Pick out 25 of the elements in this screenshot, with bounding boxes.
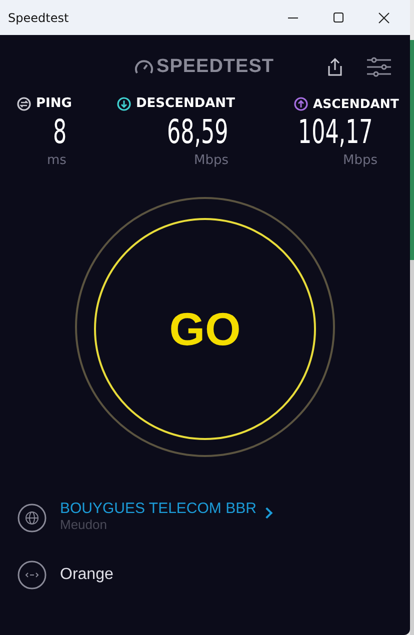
logo-text: SPEEDTEST [156, 56, 274, 78]
metric-unit: Mbps [343, 153, 378, 168]
close-icon[interactable] [378, 12, 390, 24]
maximize-icon[interactable] [333, 12, 344, 23]
server-link[interactable]: BOUYGUES TELECOM BBR [60, 500, 271, 517]
metric-value: 104,17 [298, 111, 374, 153]
metric-value: 8 [53, 111, 68, 153]
window-title: Speedtest [8, 10, 69, 24]
share-icon[interactable] [326, 57, 344, 77]
server-location: Meudon [60, 517, 108, 532]
globe-icon [17, 503, 47, 533]
gauge-icon [134, 59, 154, 75]
connection-icon [17, 560, 47, 590]
metric-label: PING [36, 96, 72, 111]
metric-icon [294, 96, 308, 110]
metric-icon [17, 96, 31, 110]
metric-label: ASCENDANT [313, 96, 399, 111]
metric-value: 68,59 [167, 111, 230, 153]
go-button[interactable]: GO [94, 218, 316, 440]
metric-icon [117, 96, 131, 110]
metric-unit: ms [47, 153, 68, 168]
provider-name: Orange [60, 566, 114, 584]
metric-label: DESCENDANT [136, 96, 235, 111]
settings-icon[interactable] [366, 57, 392, 77]
metric-unit: Mbps [194, 153, 230, 168]
